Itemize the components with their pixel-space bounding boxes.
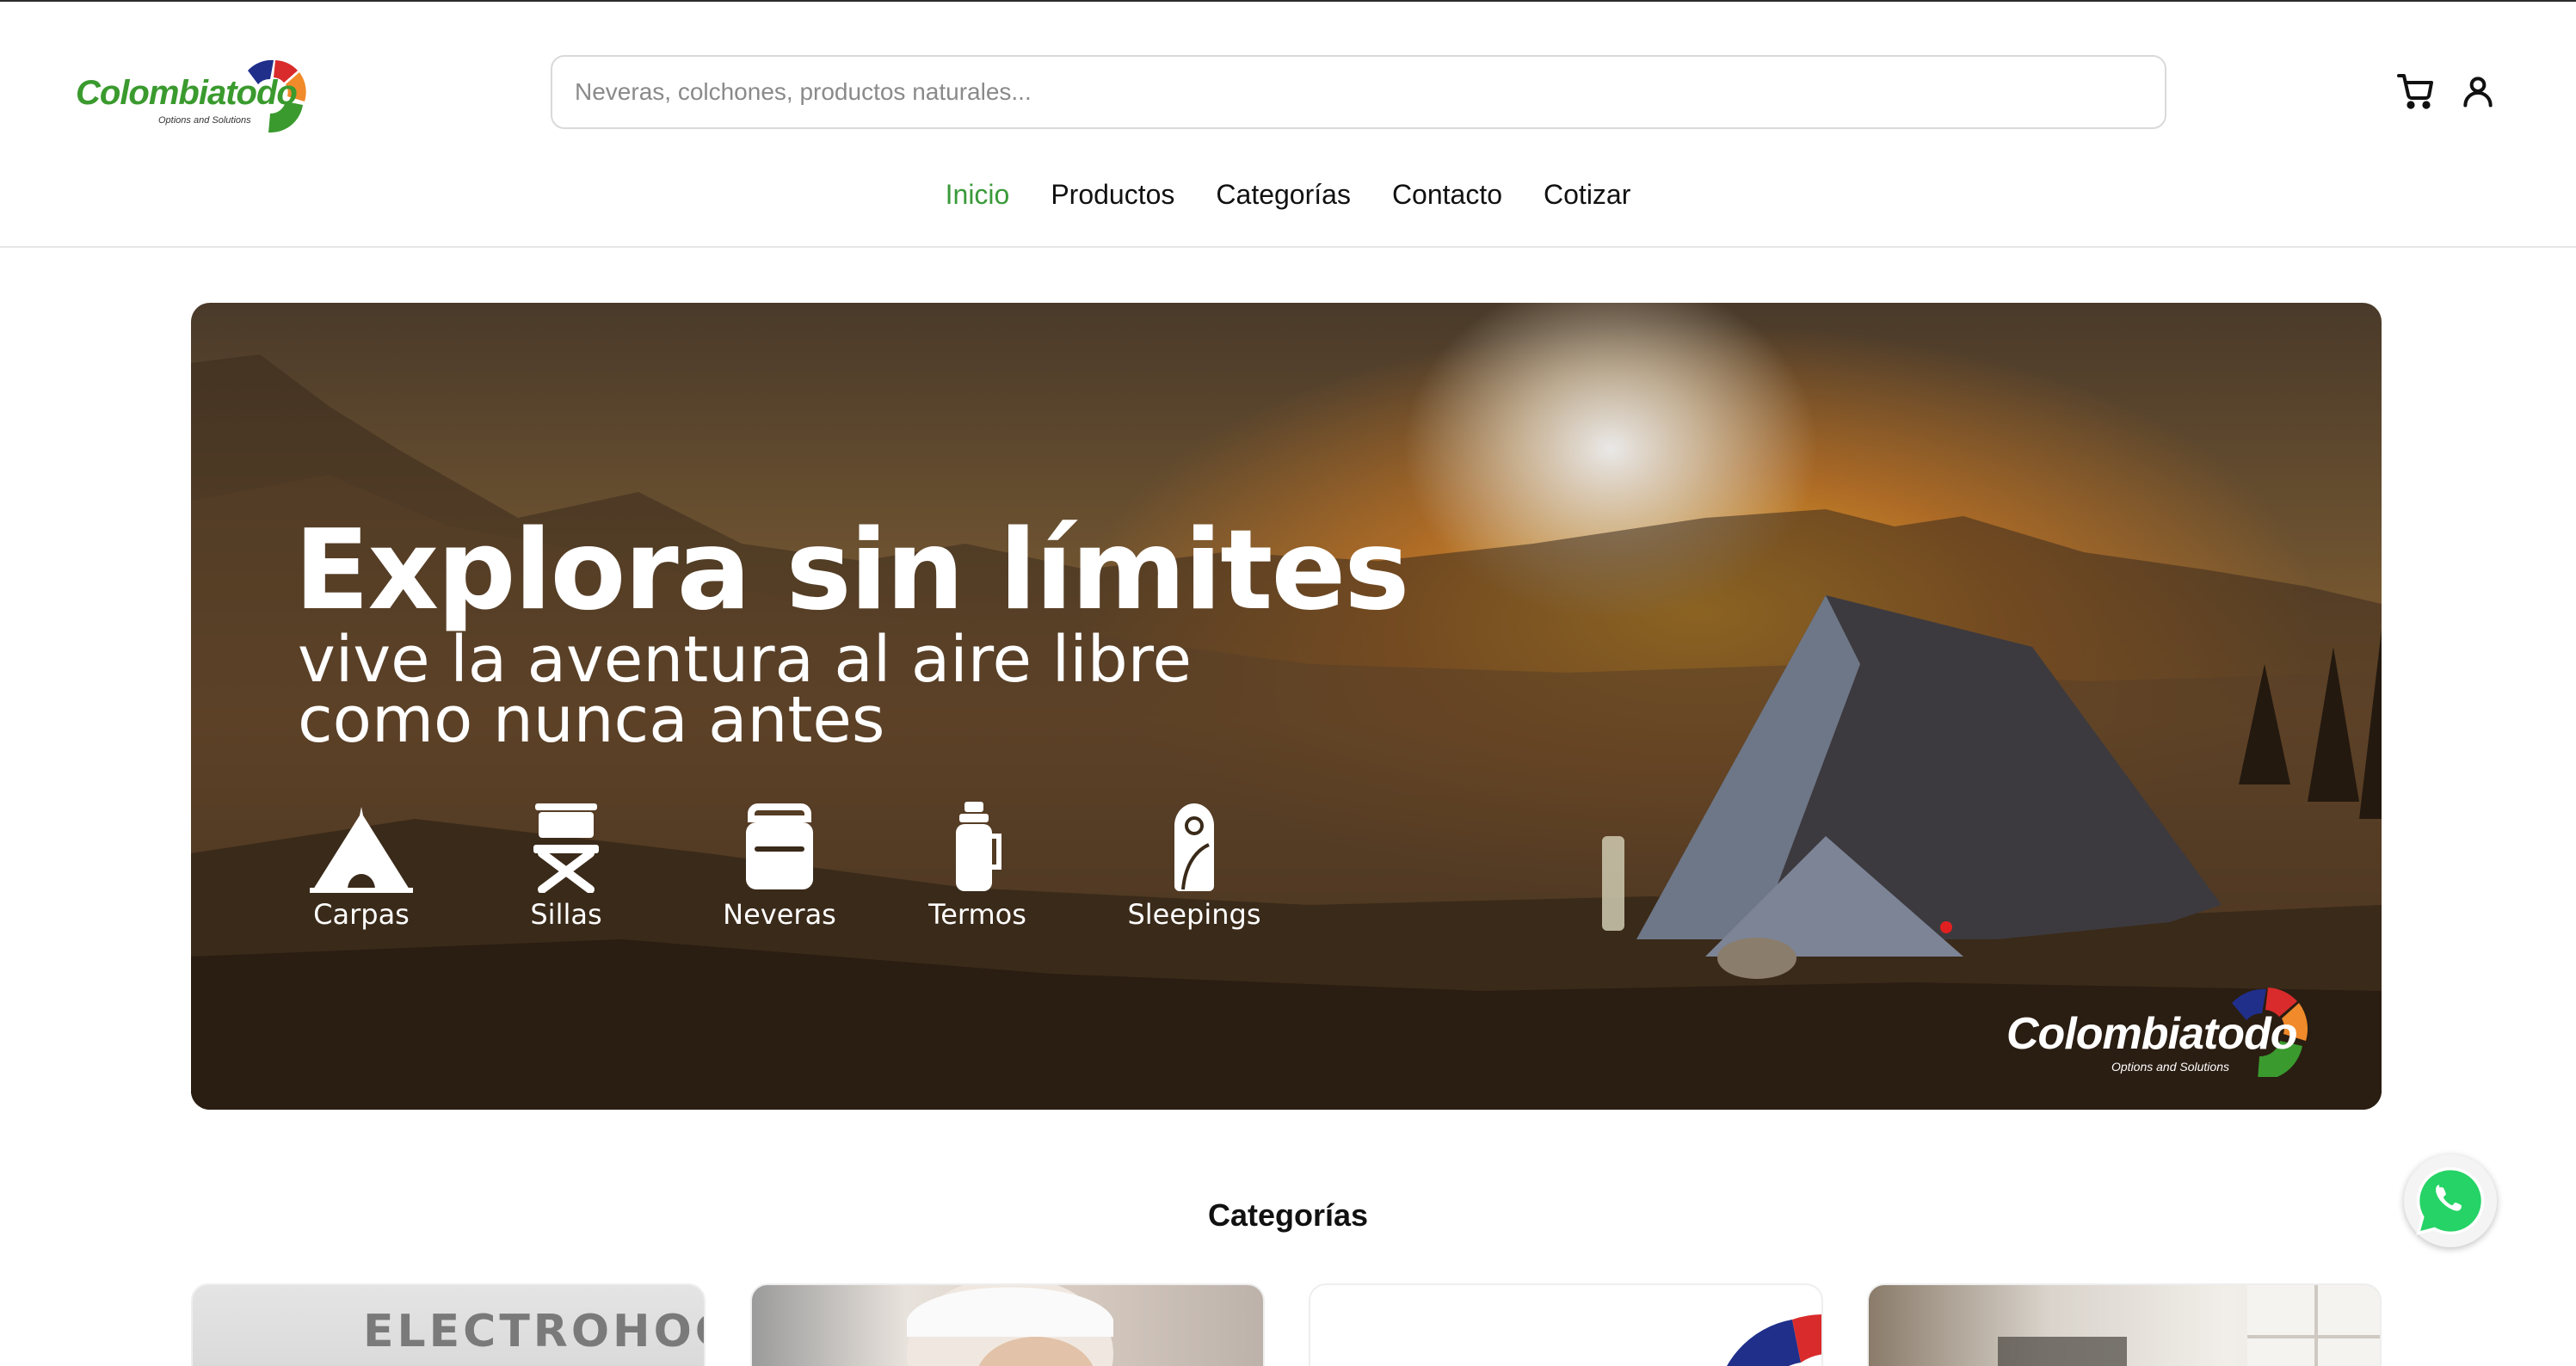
logo-tagline: Options and Solutions <box>158 115 251 126</box>
feature-label: Termos <box>928 898 1026 931</box>
category-card-home[interactable] <box>1867 1283 2382 1366</box>
feature-label: Sillas <box>530 898 602 931</box>
feature-label: Sleepings <box>1127 898 1261 931</box>
account-button[interactable] <box>2454 67 2502 115</box>
feature-sillas: Sillas <box>497 797 635 931</box>
whatsapp-button[interactable] <box>2404 1154 2497 1247</box>
category-card-brand[interactable] <box>1309 1283 1823 1366</box>
cart-icon <box>2397 74 2433 109</box>
nav-cotizar[interactable]: Cotizar <box>1544 179 1630 211</box>
category-card-label: ELECTROHOGA <box>363 1306 704 1357</box>
whatsapp-icon <box>2416 1166 2485 1235</box>
feature-termos: Termos <box>909 797 1046 931</box>
category-card-image <box>1998 1285 2380 1366</box>
feature-label: Neveras <box>723 898 836 931</box>
category-card-image <box>1727 1314 1821 1366</box>
hero-banner[interactable]: Explora sin límites vive la aventura al … <box>191 303 2382 1110</box>
feature-neveras: Neveras <box>711 797 848 931</box>
search-bar <box>551 55 2166 129</box>
cooler-icon <box>746 803 813 889</box>
feature-label: Carpas <box>313 898 410 931</box>
nav-productos[interactable]: Productos <box>1051 179 1174 211</box>
thermos-icon <box>956 802 1001 891</box>
feature-sleepings: Sleepings <box>1125 797 1263 931</box>
feature-carpas: Carpas <box>293 797 430 931</box>
logo-text: Colombiatodo <box>76 74 298 112</box>
site-logo[interactable]: Colombiatodo Options and Solutions <box>76 45 325 139</box>
nav-inicio[interactable]: Inicio <box>946 179 1010 211</box>
site-header: Colombiatodo Options and Solutions Inici… <box>0 2 2576 248</box>
hero-logo-tagline: Options and Solutions <box>2111 1060 2229 1074</box>
nav-categorias[interactable]: Categorías <box>1216 179 1351 211</box>
category-card-electrohogar[interactable]: ELECTROHOGA <box>191 1283 706 1366</box>
hero-title: Explora sin límites <box>294 507 1409 635</box>
hero-subtitle-line2: como nunca antes <box>298 683 885 757</box>
hero-logo: Colombiatodo Options and Solutions <box>2006 957 2333 1077</box>
hero-logo-text: Colombiatodo <box>2006 1009 2298 1059</box>
tent-icon <box>310 807 413 893</box>
category-card-image <box>907 1285 1113 1366</box>
cart-button[interactable] <box>2392 67 2440 115</box>
chair-icon <box>533 803 599 893</box>
user-icon <box>2463 77 2493 108</box>
hero-subtitle: vive la aventura al aire libre como nunc… <box>298 623 1330 757</box>
nav-contacto[interactable]: Contacto <box>1392 179 1502 211</box>
categories-title: Categorías <box>1207 1197 1369 1233</box>
category-card-beauty[interactable] <box>750 1283 1265 1366</box>
main-nav: Inicio Productos Categorías Contacto Cot… <box>0 179 2576 211</box>
sleeping-bag-icon <box>1174 803 1214 891</box>
search-input[interactable] <box>552 57 2165 127</box>
hero-subtitle-line1: vive la aventura al aire libre <box>298 623 1192 697</box>
